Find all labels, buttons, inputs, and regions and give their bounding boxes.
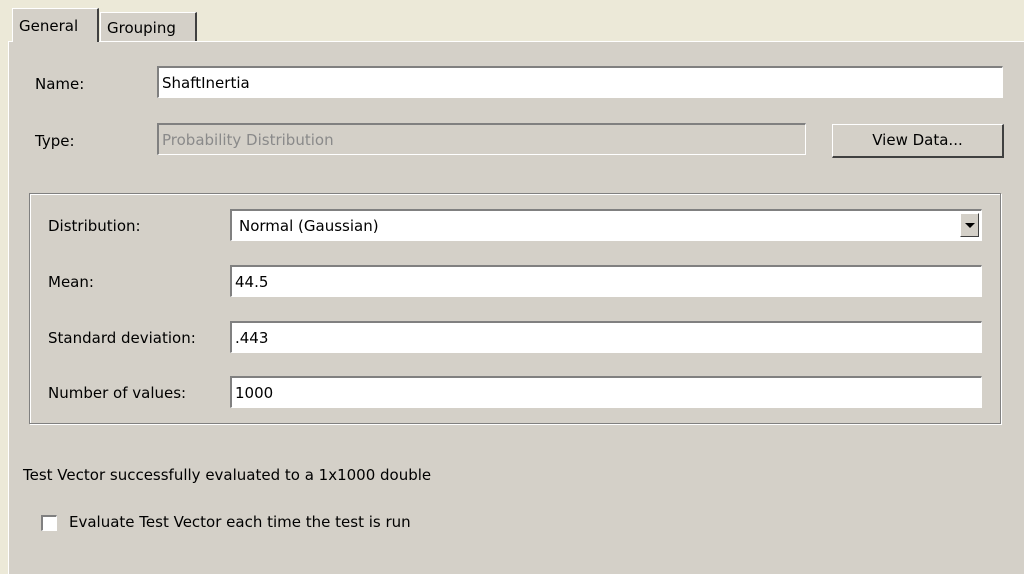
status-message: Test Vector successfully evaluated to a … (23, 466, 432, 484)
properties-dialog: General Grouping Name: ShaftInertia Type… (0, 0, 1024, 574)
count-field[interactable]: 1000 (230, 376, 982, 408)
view-data-button[interactable]: View Data... (832, 124, 1004, 158)
tab-strip: General Grouping (0, 0, 1024, 42)
name-field[interactable]: ShaftInertia (157, 66, 1003, 98)
tab-grouping[interactable]: Grouping (100, 12, 197, 42)
name-label: Name: (35, 75, 85, 93)
distribution-dropdown[interactable]: Normal (Gaussian) (230, 209, 982, 241)
evaluate-checkbox-label[interactable]: Evaluate Test Vector each time the test … (69, 512, 411, 532)
std-field[interactable]: .443 (230, 321, 982, 353)
count-label: Number of values: (48, 384, 187, 402)
distribution-label: Distribution: (48, 217, 141, 235)
mean-label: Mean: (48, 273, 94, 291)
evaluate-checkbox[interactable] (41, 515, 57, 531)
distribution-group: Distribution: Normal (Gaussian) Mean: 44… (29, 193, 1001, 424)
type-field: Probability Distribution (157, 123, 806, 155)
tab-general[interactable]: General (12, 8, 99, 42)
general-tab-panel: Name: ShaftInertia Type: Probability Dis… (8, 41, 1024, 574)
mean-field[interactable]: 44.5 (230, 265, 982, 297)
std-label: Standard deviation: (48, 329, 196, 347)
distribution-selected-value: Normal (Gaussian) (239, 217, 379, 235)
left-margin (0, 41, 8, 574)
type-label: Type: (35, 132, 75, 150)
chevron-down-icon[interactable] (960, 213, 979, 237)
